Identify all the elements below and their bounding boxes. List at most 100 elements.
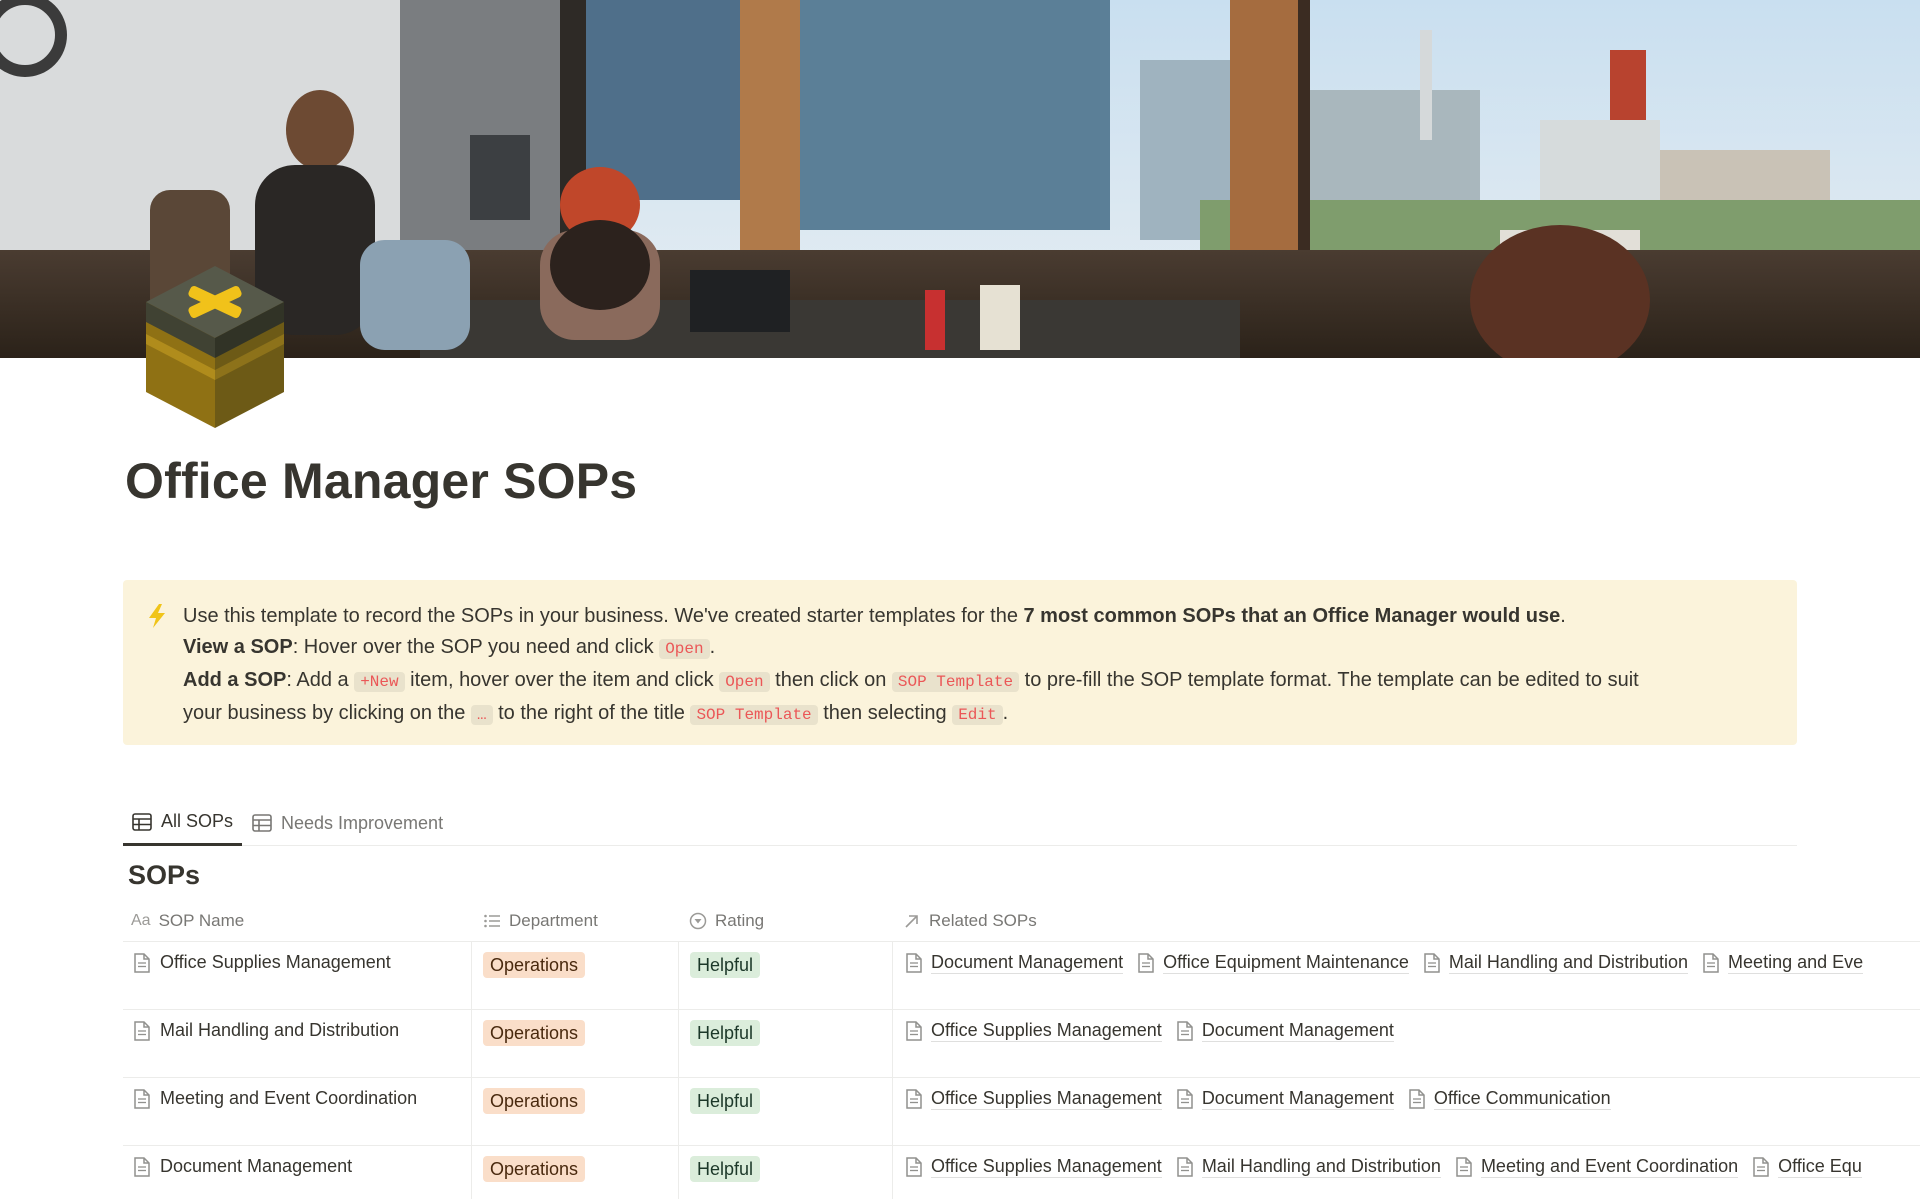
select-icon [689, 912, 707, 930]
related-sops-list: Office Supplies Management Document Manag… [905, 1020, 1394, 1042]
cell-department[interactable]: Operations [472, 1010, 679, 1077]
document-icon [1456, 1157, 1472, 1177]
cell-related-sops[interactable]: Office Supplies Management Mail Handling … [893, 1146, 1920, 1199]
sop-name-text: Office Supplies Management [160, 952, 391, 972]
cell-rating[interactable]: Helpful [679, 1146, 893, 1199]
related-sops-list: Office Supplies Management Mail Handling … [905, 1156, 1862, 1178]
cell-related-sops[interactable]: Document Management Office Equipment Main… [893, 942, 1920, 1009]
column-header-rating[interactable]: Rating [689, 900, 764, 942]
table-row[interactable]: Office Supplies Management Operations He… [123, 942, 1920, 1010]
related-sop-link[interactable]: Document Management [905, 952, 1124, 974]
rating-tag: Helpful [690, 1156, 761, 1182]
document-icon [134, 1020, 150, 1041]
callout: Use this template to record the SOPs in … [123, 580, 1797, 745]
related-sop-label: Office Equ [1778, 1156, 1862, 1178]
cell-rating[interactable]: Helpful [679, 942, 893, 1009]
related-sop-link[interactable]: Office Supplies Management [905, 1156, 1162, 1178]
department-tag: Operations [483, 1088, 586, 1114]
related-sop-link[interactable]: Office Supplies Management [905, 1088, 1162, 1110]
document-icon [134, 1088, 150, 1109]
related-sop-link[interactable]: Document Management [1176, 1088, 1394, 1110]
cell-department[interactable]: Operations [472, 1146, 679, 1199]
department-tag: Operations [483, 1156, 586, 1182]
cell-rating[interactable]: Helpful [679, 1078, 893, 1145]
tab-needs-improvement[interactable]: Needs Improvement [243, 800, 452, 846]
related-sop-label: Mail Handling and Distribution [1201, 1156, 1441, 1178]
lightning-icon [149, 604, 165, 628]
table-header: Aa SOP Name Department Rating Related SO… [123, 900, 1920, 942]
multi-select-icon [484, 914, 500, 928]
related-sops-list: Office Supplies Management Document Manag… [905, 1088, 1611, 1110]
inline-code: Edit [952, 705, 1003, 725]
cell-rating[interactable]: Helpful [679, 1010, 893, 1077]
document-icon [134, 952, 150, 973]
document-icon [1409, 1089, 1425, 1109]
column-header-related-sops[interactable]: Related SOPs [903, 900, 1037, 942]
document-icon [1424, 953, 1440, 973]
related-sop-label: Meeting and Event Coordination [1480, 1156, 1739, 1178]
tab-all-sops[interactable]: All SOPs [123, 800, 243, 846]
column-header-department[interactable]: Department [483, 900, 598, 942]
sops-table: Aa SOP Name Department Rating Related SO… [123, 900, 1920, 1199]
table-icon [252, 814, 272, 832]
callout-line-1: Use this template to record the SOPs in … [183, 605, 1566, 627]
callout-line-3: Add a SOP: Add a +New item, hover over t… [183, 669, 1639, 692]
department-tag: Operations [483, 952, 586, 978]
rating-tag: Helpful [690, 1088, 761, 1114]
page-icon[interactable] [140, 262, 290, 430]
related-sop-link[interactable]: Document Management [1176, 1020, 1394, 1042]
inline-code: … [470, 705, 493, 725]
sop-name-text: Mail Handling and Distribution [160, 1020, 400, 1040]
cell-related-sops[interactable]: Office Supplies Management Document Manag… [893, 1078, 1920, 1145]
related-sop-link[interactable]: Office Equipment Maintenance [1137, 952, 1409, 974]
document-icon [1177, 1157, 1193, 1177]
sop-name-text: Document Management [160, 1156, 353, 1176]
table-row[interactable]: Meeting and Event Coordination Operation… [123, 1078, 1920, 1146]
rating-tag: Helpful [690, 1020, 761, 1046]
document-icon [1753, 1157, 1769, 1177]
related-sop-label: Mail Handling and Distribution [1448, 952, 1689, 974]
cell-sop-name[interactable]: Meeting and Event Coordination [123, 1078, 472, 1145]
view-tabs: All SOPs Needs Improvement [123, 800, 1797, 846]
related-sop-label: Document Management [931, 952, 1124, 974]
cube-x-icon [146, 266, 284, 428]
inline-code: Open [719, 672, 770, 692]
related-sop-link[interactable]: Office Communication [1408, 1088, 1611, 1110]
cell-department[interactable]: Operations [472, 1078, 679, 1145]
document-icon [906, 1157, 922, 1177]
cell-related-sops[interactable]: Office Supplies Management Document Manag… [893, 1010, 1920, 1077]
related-sop-link[interactable]: Mail Handling and Distribution [1423, 952, 1689, 974]
related-sops-list: Document Management Office Equipment Main… [905, 952, 1864, 974]
cell-sop-name[interactable]: Document Management [123, 1146, 472, 1199]
title-property-icon: Aa [131, 912, 151, 929]
related-sop-label: Office Supplies Management [931, 1020, 1162, 1042]
inline-code: Open [659, 639, 710, 659]
cell-sop-name[interactable]: Mail Handling and Distribution [123, 1010, 472, 1077]
table-row[interactable]: Document Management Operations Helpful O… [123, 1146, 1920, 1199]
related-sop-link[interactable]: Office Equ [1752, 1156, 1862, 1178]
table-icon [132, 812, 152, 831]
document-icon [134, 1156, 150, 1177]
related-sop-link[interactable]: Office Supplies Management [905, 1020, 1162, 1042]
cell-department[interactable]: Operations [472, 942, 679, 1009]
document-icon [1177, 1089, 1193, 1109]
related-sop-label: Document Management [1201, 1088, 1394, 1110]
document-icon [906, 1021, 922, 1041]
department-tag: Operations [483, 1020, 586, 1046]
related-sop-link[interactable]: Meeting and Event Coordination [1455, 1156, 1739, 1178]
related-sop-label: Document Management [1201, 1020, 1394, 1042]
related-sop-link[interactable]: Mail Handling and Distribution [1176, 1156, 1441, 1178]
inline-code: SOP Template [891, 672, 1020, 692]
inline-code: +New [354, 672, 405, 692]
related-sop-label: Meeting and Eve [1728, 952, 1864, 974]
related-sop-link[interactable]: Meeting and Eve [1702, 952, 1864, 974]
database-title[interactable]: SOPs [128, 860, 200, 891]
document-icon [1703, 953, 1719, 973]
column-header-sop-name[interactable]: Aa SOP Name [131, 900, 244, 942]
related-sop-label: Office Equipment Maintenance [1163, 952, 1409, 974]
table-row[interactable]: Mail Handling and Distribution Operation… [123, 1010, 1920, 1078]
document-icon [906, 953, 922, 973]
cell-sop-name[interactable]: Office Supplies Management [123, 942, 472, 1009]
relation-arrow-icon [905, 915, 918, 928]
document-icon [906, 1089, 922, 1109]
